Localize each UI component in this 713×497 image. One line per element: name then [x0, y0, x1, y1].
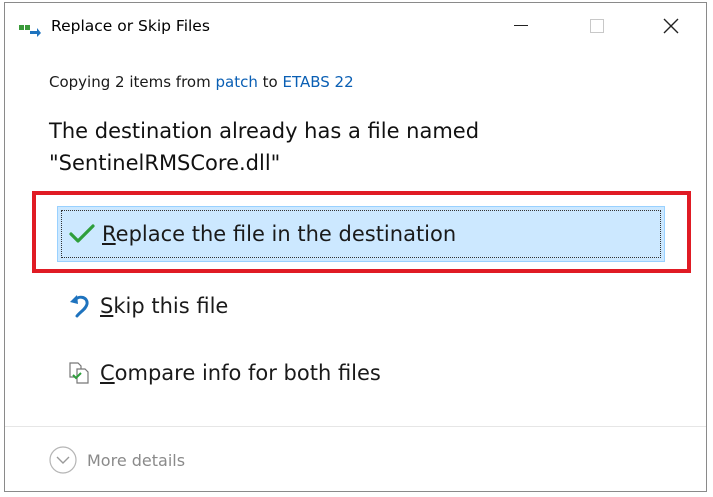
copy-files-icon	[19, 22, 41, 37]
window-title: Replace or Skip Files	[51, 17, 210, 35]
skip-file-label: Skip this file	[100, 294, 228, 318]
more-details-label: More details	[87, 450, 186, 470]
maximize-icon	[590, 19, 604, 33]
focus-ring	[61, 210, 661, 258]
source-folder-link[interactable]: patch	[216, 73, 258, 91]
skip-label-text: kip this file	[113, 294, 229, 318]
compare-mnemonic: C	[100, 361, 115, 385]
compare-files-option[interactable]: Compare info for both files	[57, 345, 665, 401]
conflict-message: The destination already has a file named…	[49, 115, 479, 179]
replace-or-skip-dialog: Replace or Skip Files Copying 2 items fr…	[4, 2, 707, 492]
copying-prefix: Copying 2 items from	[49, 73, 211, 91]
title-bar[interactable]: Replace or Skip Files	[5, 3, 706, 49]
close-button[interactable]	[647, 3, 695, 49]
conflict-message-line1: The destination already has a file named	[49, 119, 480, 143]
skip-mnemonic: S	[100, 294, 114, 318]
chevron-down-circle-icon	[49, 446, 77, 474]
minimize-button[interactable]	[497, 3, 545, 49]
replace-file-option[interactable]: Replace the file in the destination	[57, 206, 665, 262]
compare-label-text: ompare info for both files	[114, 361, 381, 385]
footer-divider	[5, 426, 706, 427]
maximize-button	[573, 3, 621, 49]
conflict-filename: "SentinelRMSCore.dll"	[49, 151, 281, 175]
more-details-toggle[interactable]: More details	[49, 446, 185, 474]
skip-arrow-icon	[66, 292, 94, 320]
minimize-icon	[514, 25, 528, 26]
copying-status: Copying 2 items from patch to ETABS 22	[49, 73, 354, 91]
compare-files-icon	[66, 359, 94, 387]
skip-file-option[interactable]: Skip this file	[57, 278, 665, 334]
copying-middle: to	[262, 73, 278, 91]
destination-folder-link[interactable]: ETABS 22	[282, 73, 353, 91]
compare-files-label: Compare info for both files	[100, 361, 381, 385]
close-icon	[663, 18, 679, 34]
